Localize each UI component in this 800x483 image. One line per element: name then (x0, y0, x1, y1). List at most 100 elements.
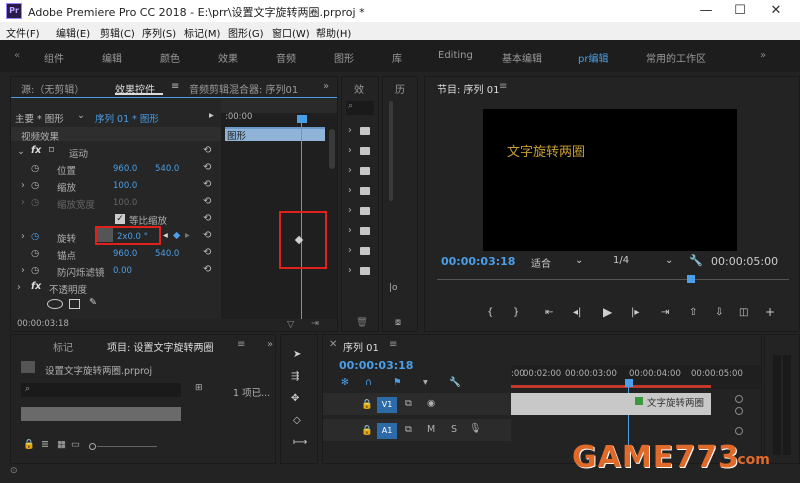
close-tab-icon[interactable]: ✕ (329, 339, 337, 350)
effect-timecode[interactable]: 00:00:03:18 (17, 319, 69, 329)
trash-icon[interactable]: 🗑 (356, 317, 368, 328)
folder-icon[interactable] (360, 267, 370, 275)
expand-arrow-icon[interactable]: › (348, 125, 352, 136)
go-to-in-icon[interactable]: ⇤ (545, 307, 553, 318)
menu-window[interactable]: 窗口(W) (272, 25, 310, 40)
expand-arrow-icon[interactable]: › (348, 145, 352, 156)
track-scroll-handle[interactable] (735, 427, 743, 435)
workspace-tab-active[interactable]: pr编辑 (578, 50, 608, 65)
panel-more-icon[interactable]: » (323, 81, 329, 92)
position-x-value[interactable]: 960.0 (113, 164, 137, 174)
program-timecode[interactable]: 00:00:03:18 (441, 255, 515, 268)
scrollbar[interactable] (389, 101, 393, 201)
rectangle-mask-icon[interactable] (69, 299, 80, 309)
folder-icon[interactable] (360, 207, 370, 215)
close-button[interactable]: ✕ (762, 2, 790, 20)
workspace-tab[interactable]: 效果 (218, 50, 238, 65)
reset-icon[interactable]: ⟲ (203, 179, 211, 190)
extract-icon[interactable]: ⇩ (715, 307, 723, 318)
zoom-dropdown-icon[interactable]: ⌄ (575, 255, 583, 266)
solo-button[interactable]: S (451, 424, 457, 435)
reset-icon[interactable]: ⟲ (203, 247, 211, 258)
chevron-down-icon[interactable]: ⌄ (77, 110, 85, 121)
expand-arrow-icon[interactable]: › (348, 185, 352, 196)
expand-arrow-icon[interactable]: › (17, 282, 21, 293)
workspace-tab[interactable]: 常用的工作区 (646, 50, 706, 65)
minimize-button[interactable]: — (692, 2, 720, 20)
panel-menu-icon[interactable]: ≡ (389, 339, 397, 350)
track-select-tool-icon[interactable]: ⇶ (291, 371, 299, 382)
sequence-tab[interactable]: 序列 01 (343, 339, 379, 354)
a1-track-target[interactable]: A1 (377, 423, 397, 439)
razor-tool-icon[interactable]: ◇ (293, 415, 301, 426)
tab-effects[interactable]: 效 (354, 81, 364, 96)
add-keyframe-icon[interactable]: ◆ (173, 230, 180, 241)
stopwatch-active-icon[interactable]: ◷ (31, 231, 39, 242)
expand-chevron-icon[interactable]: ⌄ (17, 146, 25, 157)
marker-icon[interactable]: ▾ (423, 377, 428, 388)
expand-arrow-icon[interactable]: › (348, 165, 352, 176)
reset-icon[interactable]: ⟲ (203, 162, 211, 173)
mute-button[interactable]: M (427, 424, 435, 435)
menu-clip[interactable]: 剪辑(C) (100, 25, 135, 40)
lock-icon[interactable]: 🔒 (361, 399, 373, 410)
new-bin-icon[interactable]: ⊞ (195, 383, 203, 393)
export-icon[interactable]: ⇥ (311, 318, 319, 329)
add-marker-icon[interactable]: ⚑ (393, 377, 402, 388)
search-icon[interactable]: ⌕ (346, 101, 374, 115)
timeline-timecode[interactable]: 00:00:03:18 (339, 359, 413, 372)
menu-file[interactable]: 文件(F) (6, 25, 40, 40)
mark-out-icon[interactable]: } (513, 307, 519, 318)
anchor-y-value[interactable]: 540.0 (155, 249, 179, 259)
folder-icon[interactable] (360, 227, 370, 235)
lock-icon[interactable]: 🔒 (361, 425, 373, 436)
workspace-tab[interactable]: 库 (392, 50, 402, 65)
icon-view-icon[interactable]: ▦ (57, 439, 66, 450)
expand-arrow-icon[interactable]: › (348, 265, 352, 276)
zoom-select[interactable]: 适合 (531, 255, 551, 270)
export-frame-icon[interactable]: ◫ (739, 307, 748, 318)
go-to-out-icon[interactable]: ⇥ (661, 307, 669, 318)
stopwatch-icon[interactable]: ◷ (31, 197, 39, 208)
lock-icon[interactable]: 🔒 (23, 439, 35, 450)
selection-tool-icon[interactable]: ➤ (293, 349, 301, 360)
reset-icon[interactable]: ⟲ (203, 145, 211, 156)
v1-track-target[interactable]: V1 (377, 397, 397, 413)
expand-arrow-icon[interactable]: › (348, 205, 352, 216)
resolution-select[interactable]: 1/4 (613, 255, 629, 266)
sync-lock-icon[interactable]: ⧉ (405, 398, 412, 409)
panel-menu-icon[interactable]: ≡ (237, 339, 245, 350)
tab-history[interactable]: 历 (395, 81, 405, 96)
folder-icon[interactable] (360, 147, 370, 155)
tab-menu-icon[interactable]: ≡ (171, 81, 179, 92)
folder-icon[interactable] (360, 247, 370, 255)
workspace-more-icon[interactable]: » (760, 50, 766, 61)
wrench-icon[interactable]: 🔧 (689, 254, 703, 267)
workspace-tab[interactable]: 组件 (44, 50, 64, 65)
track-scroll-handle[interactable] (735, 407, 743, 415)
mark-in-icon[interactable]: { (487, 307, 493, 318)
project-search-input[interactable] (21, 383, 181, 397)
uniform-scale-checkbox[interactable]: ✓ (115, 214, 125, 224)
maximize-button[interactable]: ☐ (726, 2, 754, 20)
panel-more-icon[interactable]: » (267, 339, 273, 350)
pen-mask-icon[interactable]: ✎ (89, 297, 97, 308)
expand-arrow-icon[interactable]: › (348, 245, 352, 256)
panel-menu-icon[interactable]: ≡ (499, 81, 507, 92)
project-item-thumb[interactable] (21, 407, 181, 421)
menu-help[interactable]: 帮助(H) (316, 25, 351, 40)
position-y-value[interactable]: 540.0 (155, 164, 179, 174)
step-back-icon[interactable]: ◂| (573, 307, 581, 318)
sync-lock-icon[interactable]: ⧉ (405, 424, 412, 435)
fx-icon[interactable]: fx (31, 145, 41, 156)
tab-audio-mixer[interactable]: 音频剪辑混合器: 序列01 (189, 81, 298, 96)
stopwatch-icon[interactable]: ◷ (31, 248, 39, 259)
stopwatch-icon[interactable]: ◷ (31, 163, 39, 174)
timeline-playhead[interactable] (625, 379, 633, 387)
reset-icon[interactable]: ⟲ (203, 230, 211, 241)
transform-icon[interactable]: ⌑ (49, 145, 54, 156)
expand-arrow-icon[interactable]: › (21, 180, 25, 191)
playhead-handle[interactable] (297, 115, 307, 123)
add-button-icon[interactable]: + (765, 305, 775, 319)
anchor-x-value[interactable]: 960.0 (113, 249, 137, 259)
